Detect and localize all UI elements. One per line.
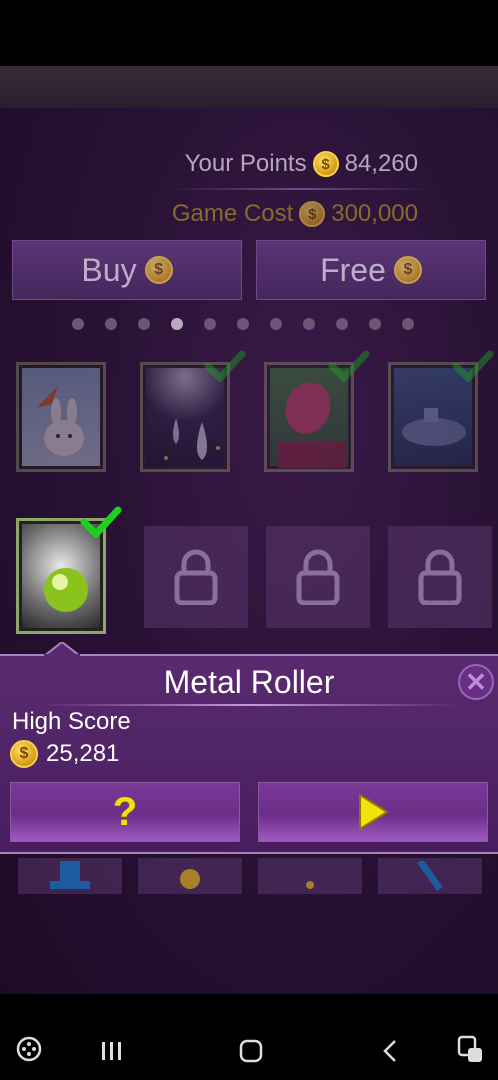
submarine-illustration <box>402 408 466 446</box>
coin-icon: $ <box>312 151 339 177</box>
page-indicator <box>72 318 414 330</box>
buy-button[interactable]: Buy $ <box>12 240 242 300</box>
radish-illustration <box>278 382 346 468</box>
checkmark-icon <box>80 506 122 538</box>
panel-pointer <box>44 642 80 656</box>
page-dot[interactable] <box>336 318 348 330</box>
game-area: Your Points $ 84,260 Game Cost $ 300,000… <box>0 108 498 994</box>
close-button[interactable]: ✕ <box>458 664 494 700</box>
bunny-illustration <box>36 386 84 456</box>
lock-icon <box>418 549 462 605</box>
free-button[interactable]: Free $ <box>256 240 486 300</box>
page-dot[interactable] <box>204 318 216 330</box>
title-underline <box>40 704 460 706</box>
high-score-value: 25,281 <box>46 740 120 767</box>
page-dot[interactable] <box>270 318 282 330</box>
points-value: 84,260 <box>344 150 418 177</box>
lock-icon <box>174 549 218 605</box>
navigation-bar <box>0 994 498 1080</box>
bottom-slot-user[interactable] <box>18 858 122 894</box>
header-band <box>0 66 498 108</box>
home-icon[interactable] <box>238 1038 264 1064</box>
buy-label: Buy <box>81 251 137 288</box>
checkmark-icon <box>328 350 370 382</box>
locked-slot[interactable] <box>144 526 248 628</box>
drops-illustration <box>164 418 220 460</box>
coin-icon: $ <box>144 256 173 284</box>
points-label: Your Points <box>184 150 307 177</box>
question-icon: ? <box>112 789 138 834</box>
page-dot[interactable] <box>402 318 414 330</box>
status-bar <box>0 0 498 66</box>
coin-icon: $ <box>393 256 422 284</box>
game-card-bunny[interactable] <box>16 362 106 472</box>
bottom-slot-medal[interactable] <box>138 858 242 894</box>
locked-slot[interactable] <box>388 526 492 628</box>
page-dot[interactable] <box>369 318 381 330</box>
coin-icon: $ <box>299 201 326 227</box>
checkmark-icon <box>452 350 494 382</box>
cost-value: 300,000 <box>331 200 418 227</box>
play-button[interactable] <box>258 782 488 842</box>
page-dot[interactable] <box>237 318 249 330</box>
divider <box>170 188 430 190</box>
medal-icon <box>180 869 200 889</box>
page-dot[interactable] <box>303 318 315 330</box>
page-dot[interactable] <box>72 318 84 330</box>
lock-icon <box>296 549 340 605</box>
high-score-label: High Score <box>12 708 131 735</box>
question-icon <box>306 881 314 889</box>
game-launcher-icon[interactable] <box>16 1036 42 1062</box>
page-dot-active[interactable] <box>171 318 183 330</box>
user-icon <box>50 861 90 889</box>
cost-row: Game Cost $ 300,000 <box>172 200 418 228</box>
game-info-panel: Metal Roller ✕ High Score $ 25,281 ? <box>0 642 498 854</box>
page-dot[interactable] <box>105 318 117 330</box>
panel-title: Metal Roller <box>163 664 335 700</box>
free-label: Free <box>320 251 386 288</box>
help-button[interactable]: ? <box>10 782 240 842</box>
high-score-row: $ 25,281 <box>10 740 119 768</box>
coin-icon: $ <box>10 740 38 768</box>
metal-roller-illustration <box>44 568 88 612</box>
bottom-slot-help[interactable] <box>258 858 362 894</box>
play-icon <box>359 793 389 831</box>
cost-label: Game Cost <box>171 200 294 227</box>
page-dot[interactable] <box>138 318 150 330</box>
back-icon[interactable] <box>380 1038 400 1064</box>
recents-icon[interactable] <box>100 1040 124 1062</box>
bottom-slot-tools[interactable] <box>378 858 482 894</box>
locked-slot[interactable] <box>266 526 370 628</box>
checkmark-icon <box>204 350 246 382</box>
game-tools-icon[interactable] <box>456 1034 484 1064</box>
points-row: Your Points $ 84,260 <box>185 150 418 178</box>
wrench-icon <box>417 861 443 891</box>
